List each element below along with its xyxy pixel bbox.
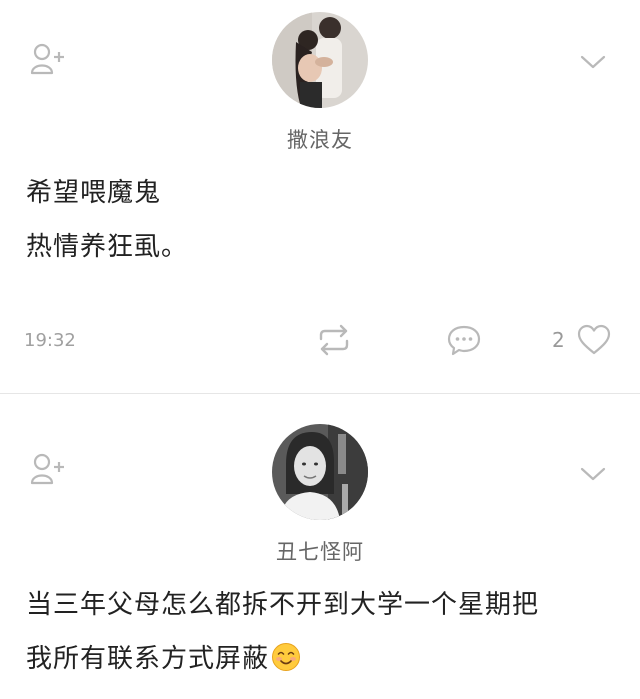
repost-button[interactable]	[316, 322, 352, 358]
content-line-with-emoji: 我所有联系方式屏蔽	[26, 632, 616, 686]
add-friend-button[interactable]	[28, 450, 68, 490]
avatar[interactable]	[272, 424, 368, 520]
post-card: 撒浪友 希望喂魔鬼 热情养狂虱。 19:32 2	[0, 0, 640, 393]
add-friend-icon	[30, 43, 64, 75]
add-friend-button[interactable]	[28, 40, 68, 80]
avatar[interactable]	[272, 12, 368, 108]
more-options-button[interactable]	[578, 50, 608, 74]
like-count: 2	[552, 328, 565, 352]
content-line: 当三年父母怎么都拆不开到大学一个星期把	[26, 590, 540, 620]
smile-emoji-icon	[272, 643, 301, 671]
chevron-down-icon	[580, 55, 606, 69]
more-options-button[interactable]	[578, 462, 608, 486]
username[interactable]: 丑七怪阿	[0, 536, 640, 566]
repost-icon	[319, 324, 349, 356]
username[interactable]: 撒浪友	[0, 124, 640, 154]
avatar-photo	[272, 424, 368, 520]
chevron-down-icon	[580, 467, 606, 481]
post-time: 19:32	[24, 330, 76, 351]
content-line-text: 我所有联系方式屏蔽	[26, 644, 270, 674]
post-card: 丑七怪阿 当三年父母怎么都拆不开到大学一个星期把 我所有联系方式屏蔽	[0, 394, 640, 699]
content-line: 希望喂魔鬼	[26, 178, 162, 208]
avatar-photo	[272, 12, 368, 108]
post-content: 当三年父母怎么都拆不开到大学一个星期把 我所有联系方式屏蔽	[26, 578, 616, 686]
comment-icon	[447, 325, 481, 356]
post-content: 希望喂魔鬼 热情养狂虱。	[26, 166, 616, 274]
add-friend-icon	[30, 453, 64, 485]
heart-icon	[577, 324, 611, 355]
content-line: 热情养狂虱。	[26, 232, 189, 262]
comment-button[interactable]	[446, 322, 482, 358]
